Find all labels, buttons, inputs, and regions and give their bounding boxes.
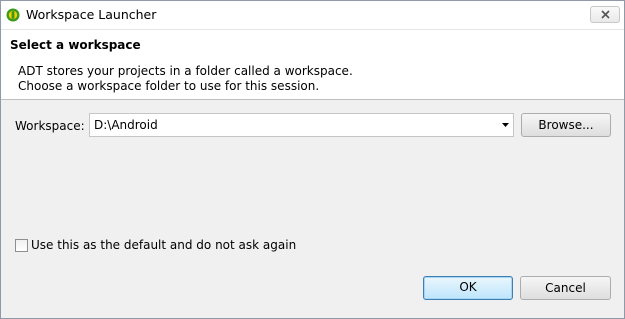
- eclipse-app-icon: [6, 8, 20, 22]
- description-line-1: ADT stores your projects in a folder cal…: [18, 64, 353, 78]
- cancel-button[interactable]: Cancel: [520, 276, 611, 300]
- workspace-label: Workspace:: [15, 119, 85, 133]
- dialog-body: Workspace: D:\Android Browse... Use this…: [1, 100, 624, 318]
- dropdown-arrow-icon[interactable]: [502, 123, 509, 127]
- workspace-path-value[interactable]: D:\Android: [94, 118, 158, 132]
- default-checkbox-label[interactable]: Use this as the default and do not ask a…: [31, 238, 296, 252]
- workspace-launcher-dialog: Workspace Launcher Select a workspace AD…: [0, 0, 625, 319]
- description-line-2: Choose a workspace folder to use for thi…: [18, 79, 320, 93]
- header-description: ADT stores your projects in a folder cal…: [18, 64, 353, 94]
- workspace-combobox[interactable]: D:\Android: [89, 113, 514, 137]
- default-checkbox[interactable]: [15, 239, 28, 252]
- ok-button[interactable]: OK: [423, 276, 513, 300]
- window-title: Workspace Launcher: [26, 7, 157, 22]
- close-button[interactable]: [590, 6, 620, 23]
- close-icon: [601, 10, 610, 19]
- browse-button[interactable]: Browse...: [521, 113, 611, 137]
- header-title: Select a workspace: [10, 38, 141, 52]
- title-bar[interactable]: Workspace Launcher: [1, 1, 624, 30]
- dialog-header: Select a workspace ADT stores your proje…: [1, 30, 624, 100]
